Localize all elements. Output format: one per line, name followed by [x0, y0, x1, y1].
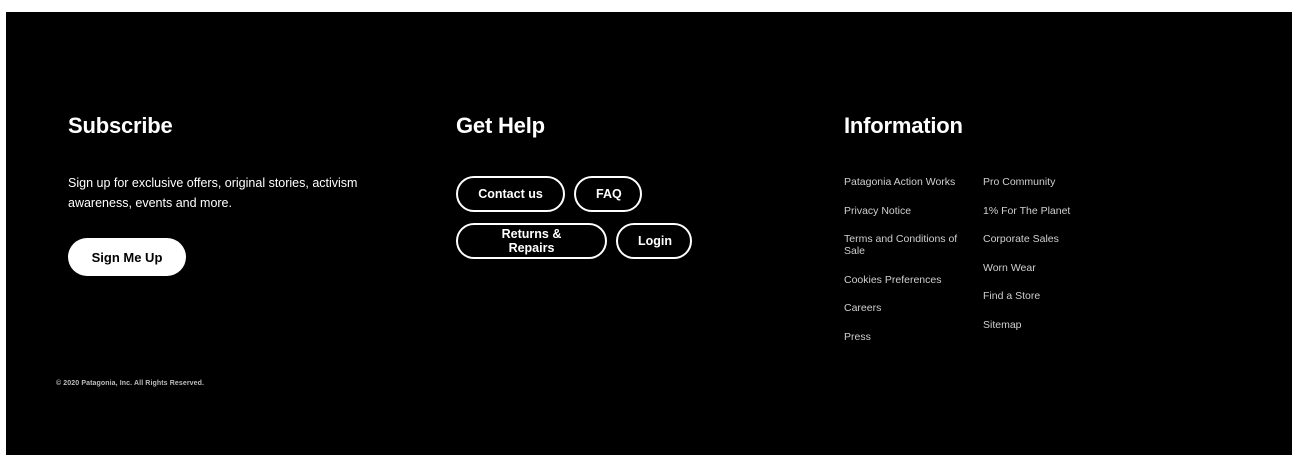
information-links-column-1: Patagonia Action Works Privacy Notice Te… — [844, 176, 970, 359]
subscribe-section: Subscribe Sign up for exclusive offers, … — [68, 113, 398, 276]
copyright-text: © 2020 Patagonia, Inc. All Rights Reserv… — [56, 380, 205, 387]
link-sitemap[interactable]: Sitemap — [983, 319, 1022, 331]
list-item: Corporate Sales — [983, 233, 1070, 245]
site-footer: Subscribe Sign up for exclusive offers, … — [6, 12, 1292, 455]
contact-us-button[interactable]: Contact us — [456, 176, 565, 212]
link-corporate-sales[interactable]: Corporate Sales — [983, 233, 1059, 245]
login-button[interactable]: Login — [616, 223, 692, 259]
link-cookies-preferences[interactable]: Cookies Preferences — [844, 274, 941, 286]
list-item: Sitemap — [983, 319, 1070, 331]
help-buttons-row-2: Returns & Repairs Login — [456, 223, 816, 259]
list-item: Patagonia Action Works — [844, 176, 970, 188]
list-item: Privacy Notice — [844, 205, 970, 217]
link-pro-community[interactable]: Pro Community — [983, 176, 1055, 188]
list-item: Press — [844, 331, 970, 343]
link-terms-and-conditions[interactable]: Terms and Conditions of Sale — [844, 233, 957, 257]
list-item: 1% For The Planet — [983, 205, 1070, 217]
subscribe-description: Sign up for exclusive offers, original s… — [68, 176, 358, 210]
information-links-column-2: Pro Community 1% For The Planet Corporat… — [983, 176, 1070, 359]
link-find-a-store[interactable]: Find a Store — [983, 290, 1040, 302]
information-heading: Information — [844, 113, 963, 138]
list-item: Pro Community — [983, 176, 1070, 188]
link-one-percent-for-the-planet[interactable]: 1% For The Planet — [983, 205, 1070, 217]
faq-button[interactable]: FAQ — [574, 176, 642, 212]
help-buttons-row-1: Contact us FAQ — [456, 176, 816, 212]
link-press[interactable]: Press — [844, 331, 871, 343]
subscribe-heading: Subscribe — [68, 113, 173, 138]
sign-me-up-button[interactable]: Sign Me Up — [68, 238, 186, 276]
list-item: Terms and Conditions of Sale — [844, 233, 970, 257]
list-item: Worn Wear — [983, 262, 1070, 274]
information-section: Information Patagonia Action Works Priva… — [844, 113, 1204, 359]
list-item: Careers — [844, 302, 970, 314]
help-buttons: Contact us FAQ Returns & Repairs Login — [456, 176, 816, 259]
link-worn-wear[interactable]: Worn Wear — [983, 262, 1036, 274]
returns-repairs-button[interactable]: Returns & Repairs — [456, 223, 607, 259]
get-help-heading: Get Help — [456, 113, 545, 138]
link-careers[interactable]: Careers — [844, 302, 881, 314]
get-help-section: Get Help Contact us FAQ Returns & Repair… — [456, 113, 816, 270]
link-privacy-notice[interactable]: Privacy Notice — [844, 205, 911, 217]
list-item: Find a Store — [983, 290, 1070, 302]
information-links: Patagonia Action Works Privacy Notice Te… — [844, 176, 1204, 359]
list-item: Cookies Preferences — [844, 274, 970, 286]
link-patagonia-action-works[interactable]: Patagonia Action Works — [844, 176, 955, 188]
